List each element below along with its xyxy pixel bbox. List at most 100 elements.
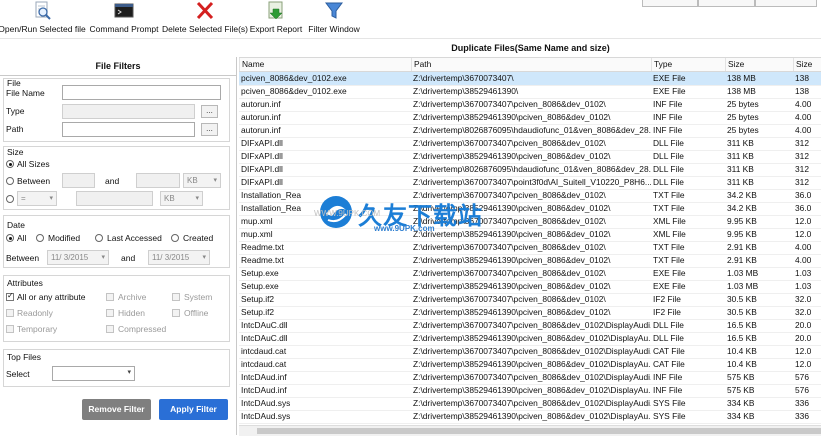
- cell-path: Z:\drivertemp\3670073407\point3f0d\AI_Su…: [413, 177, 651, 187]
- cell-name: autorun.inf: [241, 112, 281, 122]
- last-accessed-radio[interactable]: [95, 234, 103, 242]
- date-from-picker[interactable]: 11/ 3/2015 ▾: [47, 250, 109, 265]
- date-to-value: 11/ 3/2015: [152, 253, 190, 262]
- table-row[interactable]: Readme.txt Z:\drivertemp\3670073407\pcive…: [239, 241, 821, 255]
- cell-path: Z:\drivertemp\3670073407\pciven_8086&dev…: [413, 99, 606, 109]
- column-header-name[interactable]: Name: [239, 58, 411, 71]
- group-label: Date: [7, 220, 25, 230]
- archive-checkbox[interactable]: [106, 293, 114, 301]
- table-row[interactable]: autorun.inf Z:\drivertemp\38529461390\pci…: [239, 111, 821, 125]
- table-row[interactable]: IntcDAuC.dll Z:\drivertemp\38529461390\pc…: [239, 332, 821, 346]
- table-row[interactable]: IntcDAud.inf Z:\drivertemp\38529461390\pc…: [239, 384, 821, 398]
- top-files-select[interactable]: ▾: [52, 366, 135, 381]
- table-row[interactable]: DIFxAPI.dll Z:\drivertemp\38529461390\pci…: [239, 150, 821, 164]
- path-label: Path: [6, 124, 24, 134]
- type-input[interactable]: [62, 104, 195, 119]
- modified-label: Modified: [48, 233, 81, 243]
- cell-size-on-disk: 32.0: [795, 294, 812, 304]
- between-size-label: Between: [17, 176, 51, 186]
- type-browse-button[interactable]: ...: [201, 105, 218, 118]
- table-row[interactable]: Setup.if2 Z:\drivertemp\3670073407\pciven…: [239, 293, 821, 307]
- table-row[interactable]: pciven_8086&dev_0102.exe Z:\drivertemp\36…: [239, 72, 821, 86]
- cell-name: DIFxAPI.dll: [241, 138, 283, 148]
- cell-size-on-disk: 4.00: [795, 255, 812, 265]
- cell-size: 10.4 KB: [727, 359, 757, 369]
- column-header-size-on-disk[interactable]: Size: [793, 58, 821, 71]
- table-row[interactable]: Setup.exe Z:\drivertemp\3670073407\pciven…: [239, 267, 821, 281]
- cell-size-on-disk: 1.03: [795, 281, 812, 291]
- column-header-type[interactable]: Type: [651, 58, 725, 71]
- cell-name: DIFxAPI.dll: [241, 164, 283, 174]
- table-row[interactable]: IntcDAud.sys Z:\drivertemp\3670073407\pci…: [239, 397, 821, 411]
- cell-type: DLL File: [653, 151, 684, 161]
- created-radio[interactable]: [171, 234, 179, 242]
- remove-filter-button[interactable]: Remove Filter: [82, 399, 151, 420]
- all-attributes-checkbox[interactable]: [6, 291, 14, 301]
- table-row[interactable]: IntcDAuC.dll Z:\drivertemp\3670073407\pci…: [239, 319, 821, 333]
- cell-type: SYS File: [653, 411, 686, 421]
- file-name-input[interactable]: [62, 85, 221, 100]
- filter-window-button[interactable]: Filter Window: [306, 1, 362, 37]
- hidden-checkbox[interactable]: [106, 309, 114, 317]
- table-row[interactable]: Readme.txt Z:\drivertemp\38529461390\pciv…: [239, 254, 821, 268]
- cell-size-on-disk: 36.0: [795, 190, 812, 200]
- between-size-radio[interactable]: [6, 177, 14, 185]
- table-row[interactable]: DIFxAPI.dll Z:\drivertemp\8026876095\hdau…: [239, 163, 821, 177]
- cell-name: Setup.if2: [241, 294, 275, 304]
- size-min-input[interactable]: [62, 173, 95, 188]
- size-unit-select[interactable]: KB ▾: [183, 173, 221, 188]
- table-row[interactable]: DIFxAPI.dll Z:\drivertemp\3670073407\pciv…: [239, 137, 821, 151]
- command-prompt-button[interactable]: Command Prompt: [88, 1, 160, 37]
- date-to-picker[interactable]: 11/ 3/2015 ▾: [148, 250, 210, 265]
- temporary-label: Temporary: [17, 324, 58, 334]
- date-all-label: All: [17, 233, 27, 243]
- cell-type: CAT File: [653, 346, 685, 356]
- compare-size-radio[interactable]: [6, 195, 14, 203]
- group-label: Size: [7, 147, 24, 157]
- cell-type: INF File: [653, 125, 683, 135]
- offline-checkbox[interactable]: [172, 309, 180, 317]
- table-row[interactable]: IntcDAud.sys Z:\drivertemp\38529461390\pc…: [239, 410, 821, 424]
- path-input[interactable]: [62, 122, 195, 137]
- compressed-checkbox[interactable]: [106, 325, 114, 333]
- modified-radio[interactable]: [36, 234, 44, 242]
- cell-size: 311 KB: [727, 138, 754, 148]
- size-unit2-select[interactable]: KB ▾: [160, 191, 203, 206]
- cell-type: INF File: [653, 99, 683, 109]
- table-row[interactable]: intcdaud.cat Z:\drivertemp\3670073407\pci…: [239, 345, 821, 359]
- table-row[interactable]: Setup.if2 Z:\drivertemp\38529461390\pcive…: [239, 306, 821, 320]
- table-row[interactable]: Setup.exe Z:\drivertemp\38529461390\pcive…: [239, 280, 821, 294]
- horizontal-scrollbar[interactable]: [239, 425, 821, 436]
- cell-size-on-disk: 312: [795, 151, 809, 161]
- path-browse-button[interactable]: ...: [201, 123, 218, 136]
- open-run-button[interactable]: Open/Run Selected file: [0, 1, 86, 37]
- table-row[interactable]: DIFxAPI.dll Z:\drivertemp\3670073407\poin…: [239, 176, 821, 190]
- table-row[interactable]: autorun.inf Z:\drivertemp\8026876095\hdau…: [239, 124, 821, 138]
- cell-type: EXE File: [653, 86, 686, 96]
- table-row[interactable]: IntcDAud.inf Z:\drivertemp\3670073407\pci…: [239, 371, 821, 385]
- cell-type: DLL File: [653, 177, 684, 187]
- column-header-size[interactable]: Size: [725, 58, 793, 71]
- apply-filter-button[interactable]: Apply Filter: [159, 399, 228, 420]
- export-report-button[interactable]: Export Report: [249, 1, 303, 37]
- scrollbar-thumb[interactable]: [257, 428, 821, 434]
- cell-name: IntcDAud.sys: [241, 411, 291, 421]
- table-row[interactable]: intcdaud.cat Z:\drivertemp\38529461390\pc…: [239, 358, 821, 372]
- table-row[interactable]: autorun.inf Z:\drivertemp\3670073407\pciv…: [239, 98, 821, 112]
- cell-size: 25 bytes: [727, 125, 759, 135]
- cell-type: EXE File: [653, 281, 686, 291]
- size-operator-value: =: [21, 194, 26, 203]
- table-row[interactable]: pciven_8086&dev_0102.exe Z:\drivertemp\38…: [239, 85, 821, 99]
- temporary-checkbox[interactable]: [6, 325, 14, 333]
- size-value-input[interactable]: [76, 191, 153, 206]
- readonly-checkbox[interactable]: [6, 309, 14, 317]
- date-all-radio[interactable]: [6, 234, 14, 242]
- delete-selected-button[interactable]: Delete Selected File(s): [162, 1, 248, 37]
- system-checkbox[interactable]: [172, 293, 180, 301]
- size-and-label: and: [105, 176, 120, 186]
- size-operator-select[interactable]: = ▾: [17, 191, 57, 206]
- cell-size: 575 KB: [727, 372, 755, 382]
- all-sizes-radio[interactable]: [6, 160, 14, 168]
- column-header-path[interactable]: Path: [411, 58, 651, 71]
- size-max-input[interactable]: [136, 173, 180, 188]
